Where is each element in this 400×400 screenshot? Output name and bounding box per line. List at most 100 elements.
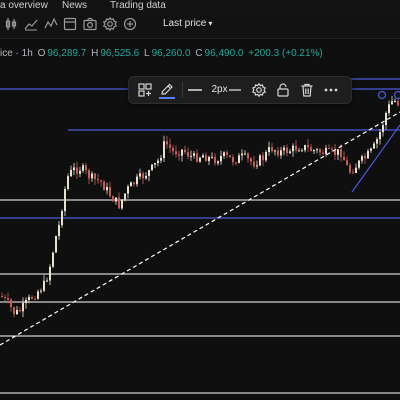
candle-body	[130, 182, 132, 187]
candle-body	[331, 148, 333, 150]
templates-icon[interactable]	[137, 81, 153, 99]
drawing-toolbar: 2px	[128, 76, 352, 104]
nav-tab-news[interactable]: News	[62, 0, 87, 11]
line-chart-icon[interactable]	[23, 16, 39, 32]
candle-body	[256, 165, 258, 167]
candle-body	[82, 165, 84, 171]
candle-body	[292, 145, 294, 152]
candle-body	[394, 100, 396, 102]
candle-body	[145, 175, 147, 179]
candle-body	[337, 149, 339, 155]
candle-body	[52, 252, 54, 267]
candle-body	[91, 173, 93, 179]
candle-body	[193, 153, 195, 156]
candle-body	[247, 153, 249, 159]
candle-body	[106, 186, 108, 191]
line-color-button[interactable]	[159, 81, 175, 99]
candle-body	[361, 156, 363, 161]
candle-body	[262, 155, 264, 161]
candle-body	[202, 155, 204, 158]
candle-body	[175, 151, 177, 155]
pencil-icon	[161, 83, 173, 95]
high-value: 96,525.6	[100, 48, 140, 59]
candle-body	[181, 149, 183, 156]
candle-body	[100, 180, 102, 182]
candle-body	[76, 167, 78, 174]
candle-body	[67, 176, 69, 189]
candles-icon[interactable]	[3, 16, 19, 32]
last-price-dropdown[interactable]: Last price ▾	[163, 18, 212, 29]
candle-body	[352, 172, 354, 174]
templates-icon[interactable]	[62, 16, 78, 32]
settings-icon[interactable]	[102, 16, 118, 32]
line-width-icon	[188, 89, 202, 91]
price-chart[interactable]	[0, 62, 400, 400]
settings-icon[interactable]	[251, 81, 267, 99]
candle-body	[199, 157, 201, 162]
indicators-icon[interactable]	[43, 16, 59, 32]
candle-body	[343, 156, 345, 161]
candle-body	[274, 150, 276, 152]
candle-body	[379, 132, 381, 140]
lock-icon[interactable]	[275, 81, 291, 99]
line-style-icon[interactable]	[227, 81, 243, 99]
candle-body	[250, 158, 252, 162]
candle-body	[280, 150, 282, 156]
symbol-label: ice · 1h	[0, 48, 33, 59]
candle-body	[328, 148, 330, 150]
candle-body	[127, 186, 129, 194]
last-price-label: Last price	[163, 18, 207, 29]
nav-tab-overview[interactable]: a overview	[0, 0, 48, 11]
candle-body	[205, 155, 207, 162]
candle-body	[187, 152, 189, 157]
candle-body	[283, 147, 285, 151]
candle-body	[160, 158, 162, 161]
candle-body	[31, 296, 33, 299]
trend-line-handle[interactable]	[377, 90, 387, 100]
close-value: 96,490.0	[204, 48, 244, 59]
candle-body	[88, 170, 90, 179]
candle-body	[304, 145, 306, 151]
candle-body	[319, 149, 321, 153]
candle-body	[4, 297, 6, 299]
trend-line-handle[interactable]	[393, 90, 400, 100]
candle-body	[22, 303, 24, 312]
candle-body	[118, 197, 120, 209]
candle-body	[25, 299, 27, 304]
line-width-dropdown[interactable]: 2px	[187, 81, 228, 99]
candle-body	[235, 162, 237, 164]
candle-body	[61, 211, 63, 226]
candle-body	[316, 149, 318, 151]
candle-body	[157, 160, 159, 164]
candle-body	[382, 125, 384, 133]
open-value: 96,289.7	[47, 48, 87, 59]
candle-body	[301, 150, 303, 152]
candle-body	[19, 310, 21, 312]
more-icon[interactable]	[323, 81, 339, 99]
blue-trend-line[interactable]	[351, 124, 400, 193]
candle-body	[190, 155, 192, 157]
candle-body	[97, 179, 99, 181]
candle-body	[310, 147, 312, 152]
nav-tab-trading-data[interactable]: Trading data	[110, 0, 166, 11]
camera-icon[interactable]	[82, 16, 98, 32]
candle-body	[58, 225, 60, 237]
candle-body	[295, 145, 297, 151]
candle-body	[34, 298, 36, 300]
candle-body	[391, 101, 393, 105]
candle-body	[154, 163, 156, 165]
candle-body	[298, 150, 300, 152]
candle-body	[286, 147, 288, 154]
add-icon[interactable]	[122, 16, 138, 32]
candle-body	[271, 147, 273, 152]
candle-body	[313, 150, 315, 152]
candle-body	[163, 141, 165, 159]
candle-body	[208, 156, 210, 162]
candle-body	[40, 290, 42, 292]
candle-body	[112, 196, 114, 202]
chart-toolbar: Last price ▾	[0, 12, 400, 39]
candle-body	[325, 148, 327, 155]
candle-body	[217, 161, 219, 164]
trash-icon[interactable]	[299, 81, 315, 99]
chart-canvas[interactable]	[0, 62, 400, 400]
